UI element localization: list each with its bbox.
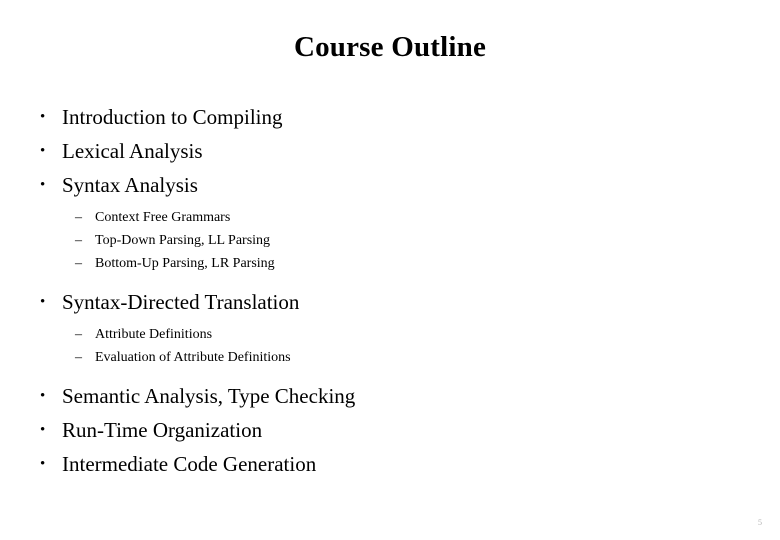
list-item: • Semantic Analysis, Type Checking: [36, 379, 736, 413]
sub-list: – Attribute Definitions – Evaluation of …: [36, 323, 736, 369]
sub-list-item: – Evaluation of Attribute Definitions: [36, 346, 736, 369]
sub-list-item: – Top-Down Parsing, LL Parsing: [36, 229, 736, 252]
sub-list-item-label: Evaluation of Attribute Definitions: [95, 350, 291, 365]
list-item: • Syntax-Directed Translation: [36, 285, 736, 319]
sub-list: – Context Free Grammars – Top-Down Parsi…: [36, 206, 736, 275]
dash-icon: –: [75, 350, 82, 365]
list-item-label: Intermediate Code Generation: [62, 452, 317, 476]
list-item-label: Semantic Analysis, Type Checking: [62, 384, 356, 408]
list-item: • Introduction to Compiling: [36, 100, 736, 134]
bullet-icon: •: [40, 177, 46, 193]
sub-list-item-label: Attribute Definitions: [95, 327, 213, 342]
bullet-icon: •: [40, 143, 46, 159]
sub-list-item-label: Context Free Grammars: [95, 210, 231, 225]
sub-list-item: – Context Free Grammars: [36, 206, 736, 229]
list-item-label: Syntax Analysis: [62, 173, 198, 197]
bullet-icon: •: [40, 388, 46, 404]
bullet-icon: •: [40, 109, 46, 125]
slide: Course Outline • Introduction to Compili…: [0, 0, 780, 540]
page-number: 5: [758, 518, 762, 527]
list-item-label: Lexical Analysis: [62, 139, 203, 163]
list-item: • Intermediate Code Generation: [36, 447, 736, 481]
list-item-label: Introduction to Compiling: [62, 105, 283, 129]
sub-list-item: – Bottom-Up Parsing, LR Parsing: [36, 252, 736, 275]
sub-list-item-label: Top-Down Parsing, LL Parsing: [95, 233, 271, 248]
dash-icon: –: [75, 327, 82, 342]
dash-icon: –: [75, 233, 82, 248]
dash-icon: –: [75, 210, 82, 225]
sub-list-item-label: Bottom-Up Parsing, LR Parsing: [95, 256, 275, 271]
bullet-icon: •: [40, 456, 46, 472]
outline-list: • Introduction to Compiling • Lexical An…: [36, 100, 736, 481]
list-item: • Syntax Analysis: [36, 168, 736, 202]
page-title: Course Outline: [293, 31, 487, 63]
list-item: • Run-Time Organization: [36, 413, 736, 447]
list-item-label: Syntax-Directed Translation: [62, 290, 300, 314]
bullet-icon: •: [40, 422, 46, 438]
list-item: • Lexical Analysis: [36, 134, 736, 168]
sub-list-item: – Attribute Definitions: [36, 323, 736, 346]
bullet-icon: •: [40, 294, 46, 310]
list-item-label: Run-Time Organization: [62, 418, 263, 442]
dash-icon: –: [75, 256, 82, 271]
